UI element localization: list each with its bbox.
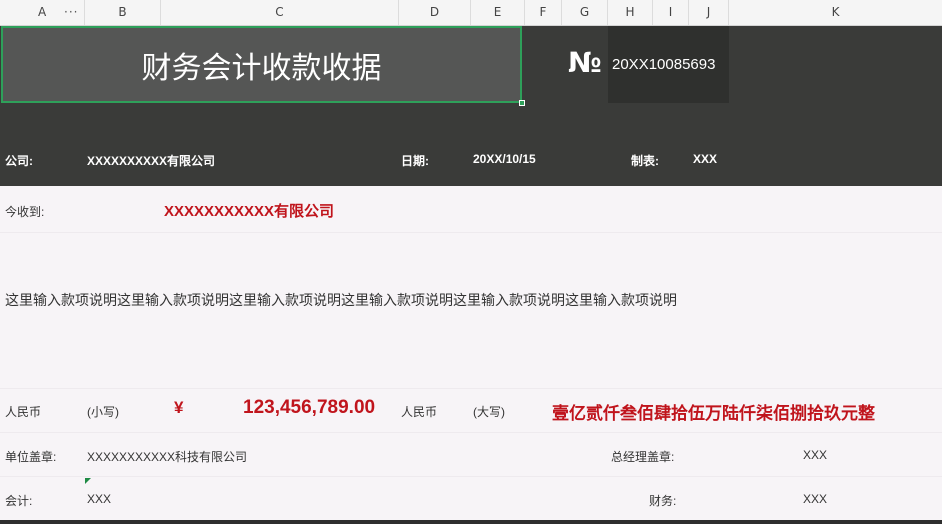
column-label-a: A [38, 5, 47, 19]
column-header-i[interactable]: I [653, 0, 689, 25]
bottom-border [0, 520, 942, 524]
row-divider [0, 432, 942, 433]
amount-small-value[interactable]: 123,456,789.00 [243, 397, 375, 419]
column-header-j[interactable]: J [689, 0, 729, 25]
received-from-value[interactable]: XXXXXXXXXXX有限公司 [164, 200, 334, 221]
cell-comment-indicator-icon [85, 478, 91, 484]
title-cell[interactable]: 财务会计收款收据 [1, 26, 522, 103]
column-header-h[interactable]: H [608, 0, 653, 25]
seal-label: 单位盖章: [5, 450, 57, 464]
accountant-label: 会计: [5, 494, 33, 508]
column-header-k[interactable]: K [729, 0, 942, 25]
company-value[interactable]: XXXXXXXXXX有限公司 [87, 152, 215, 169]
column-header-c[interactable]: C [161, 0, 399, 25]
rmb-label-small: 人民币 [5, 405, 42, 419]
more-columns-icon[interactable]: ··· [64, 0, 78, 25]
selection-fill-handle[interactable] [519, 100, 525, 106]
column-header-a[interactable]: A ··· [0, 0, 85, 25]
column-header-bar: A ··· B C D E F G H I J K [0, 0, 942, 26]
payment-description[interactable]: 这里输入款项说明这里输入款项说明这里输入款项说明这里输入款项说明这里输入款项说明… [5, 290, 677, 310]
gm-seal-value[interactable]: XXX [803, 448, 827, 462]
amount-big-value[interactable]: 壹亿贰仟叁佰肆拾伍万陆仟柒佰捌拾玖元整 [552, 399, 875, 424]
finance-value[interactable]: XXX [803, 492, 827, 506]
received-label: 今收到: [5, 205, 45, 219]
accountant-value[interactable]: XXX [87, 492, 111, 506]
date-label: 日期: [401, 154, 429, 168]
finance-label: 财务: [649, 494, 677, 508]
rmb-label-big: 人民币 [401, 405, 438, 419]
seal-value[interactable]: XXXXXXXXXXX科技有限公司 [87, 448, 247, 465]
company-label: 公司: [5, 154, 33, 168]
date-value[interactable]: 20XX/10/15 [473, 152, 536, 166]
yen-symbol: ¥ [174, 398, 184, 417]
maker-value[interactable]: XXX [693, 152, 717, 166]
column-header-b[interactable]: B [85, 0, 161, 25]
row-divider [0, 232, 942, 233]
row-divider [0, 476, 942, 477]
column-header-e[interactable]: E [471, 0, 525, 25]
column-header-d[interactable]: D [399, 0, 471, 25]
row-divider [0, 388, 942, 389]
gm-seal-label: 总经理盖章: [611, 450, 675, 464]
maker-label: 制表: [631, 154, 659, 168]
number-symbol: № [568, 46, 602, 79]
receipt-number[interactable]: 20XX10085693 [612, 56, 715, 73]
column-header-f[interactable]: F [525, 0, 562, 25]
big-write-label: (大写) [473, 405, 505, 419]
column-header-g[interactable]: G [562, 0, 608, 25]
receipt-body [0, 186, 942, 520]
small-write-label: (小写) [87, 405, 119, 419]
receipt-title: 财务会计收款收据 [141, 50, 382, 86]
